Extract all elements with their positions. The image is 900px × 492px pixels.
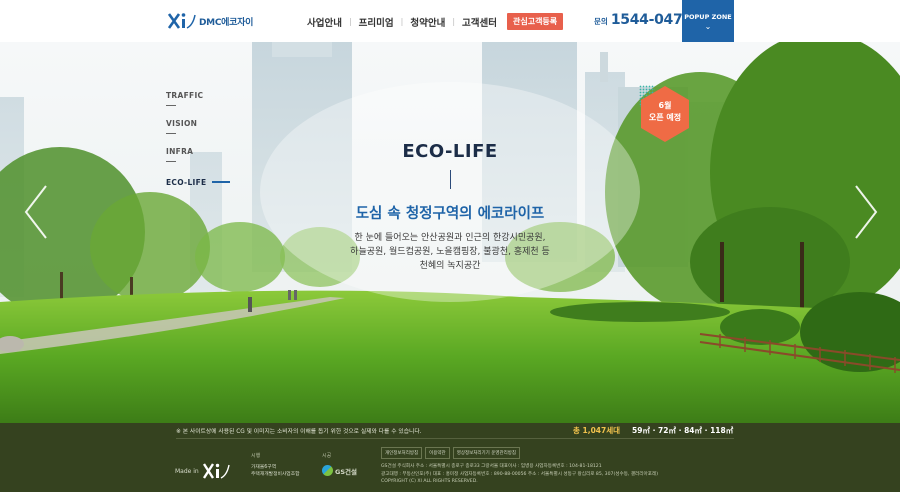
side-nav-divider bbox=[166, 161, 176, 162]
register-interest-button[interactable]: 관심고객등록 bbox=[506, 13, 564, 30]
hero-section: TRAFFIC VISION INFRA ECO-LIFE 6월 오픈 예정 E… bbox=[0, 42, 900, 423]
cctv-policy-button[interactable]: 영상정보처리기기 운영관리방침 bbox=[452, 447, 521, 459]
made-in-label: Made in bbox=[175, 467, 199, 475]
xi-logo-icon bbox=[167, 13, 196, 29]
unit-sizes: 59㎡ · 72㎡ · 84㎡ · 118㎡ bbox=[632, 426, 734, 435]
chevron-right-icon[interactable] bbox=[852, 182, 882, 242]
side-nav-eco-life-label: ECO-LIFE bbox=[166, 177, 207, 187]
builder-name: GS건설 bbox=[335, 467, 357, 476]
company-info: GS건설 주식회사 주소 : 서울특별시 종로구 종로33 그랑서울 대표이사 … bbox=[381, 463, 734, 486]
section-side-nav: TRAFFIC VISION INFRA ECO-LIFE bbox=[166, 91, 231, 189]
xi-footer-logo-icon bbox=[202, 463, 230, 479]
privacy-policy-button[interactable]: 개인정보처리방침 bbox=[381, 447, 423, 459]
main-nav: 사업안내 | 프리미엄 | 청약안내 | 고객센터 관심고객등록 bbox=[307, 13, 564, 30]
developer-line: 가재울6구역 bbox=[251, 465, 277, 470]
chevron-left-icon[interactable] bbox=[20, 182, 50, 242]
developer-label: 시행 bbox=[251, 453, 261, 459]
copyright: COPYRIGHT (C) XI ALL RIGHTS RESERVED. bbox=[381, 479, 478, 484]
opening-badge: 6월 오픈 예정 bbox=[627, 81, 691, 143]
hero-desc-line: 천혜의 녹지공간 bbox=[419, 261, 481, 271]
company-info-line: GS건설 주식회사 주소 : 서울특별시 종로구 종로33 그랑서울 대표이사 … bbox=[381, 464, 602, 469]
builder-label: 시공 bbox=[322, 453, 332, 459]
nav-item-subscription[interactable]: 청약안내 bbox=[410, 15, 445, 29]
hero-title: ECO-LIFE bbox=[402, 141, 498, 162]
side-nav-infra[interactable]: INFRA bbox=[166, 147, 230, 161]
xi-logo[interactable]: DMC에코자이 bbox=[167, 11, 253, 31]
hero-description: 한 눈에 들어오는 안산공원과 인근의 한강시민공원, 하늘공원, 월드컵공원,… bbox=[300, 231, 600, 273]
developer-info: 가재울6구역 주택재개발정비사업조합 bbox=[251, 464, 300, 478]
units-info: 총 1,047세대 59㎡ · 72㎡ · 84㎡ · 118㎡ bbox=[573, 425, 733, 436]
footer-policy-links: 개인정보처리방침 이용약관 영상정보처리기기 운영관리방침 bbox=[381, 447, 523, 459]
made-in-xi: Made in bbox=[175, 462, 232, 480]
badge-status: 오픈 예정 bbox=[648, 113, 682, 122]
hero-divider bbox=[450, 170, 451, 189]
side-nav-divider bbox=[166, 133, 176, 134]
site-footer: ※ 본 사이트상에 사용된 CG 및 이미지는 소비자의 이해를 돕기 위한 것… bbox=[0, 423, 900, 492]
phone-label: 문의 bbox=[594, 17, 608, 26]
nav-item-premium[interactable]: 프리미엄 bbox=[359, 15, 394, 29]
hero-desc-line: 한 눈에 들어오는 안산공원과 인근의 한강시민공원, bbox=[354, 233, 546, 243]
side-nav-divider bbox=[166, 105, 176, 106]
gs-logo: GS건설 bbox=[322, 465, 357, 476]
developer-line: 주택재개발정비사업조합 bbox=[251, 472, 300, 477]
popup-zone-button[interactable]: POPUP ZONE ⌄ bbox=[682, 0, 734, 42]
terms-button[interactable]: 이용약관 bbox=[425, 447, 450, 459]
side-nav-eco-life[interactable]: ECO-LIFE bbox=[166, 175, 231, 189]
active-indicator bbox=[212, 181, 231, 183]
badge-month: 6월 bbox=[658, 101, 672, 110]
side-nav-traffic[interactable]: TRAFFIC bbox=[166, 91, 230, 105]
site-header: DMC에코자이 사업안내 | 프리미엄 | 청약안내 | 고객센터 관심고객등록… bbox=[0, 0, 900, 42]
nav-item-business[interactable]: 사업안내 bbox=[307, 15, 342, 29]
footer-divider bbox=[176, 438, 734, 439]
contact-phone[interactable]: 문의 1544-0470 bbox=[594, 12, 692, 28]
popup-zone-label: POPUP ZONE bbox=[684, 13, 732, 21]
gs-logo-icon bbox=[322, 465, 333, 476]
hero-desc-line: 하늘공원, 월드컵공원, 노을캠핑장, 불광천, 홍제천 등 bbox=[350, 247, 550, 257]
phone-number: 1544-0470 bbox=[610, 12, 692, 28]
logo-text: DMC에코자이 bbox=[199, 17, 254, 28]
chevron-down-icon: ⌄ bbox=[704, 22, 712, 31]
units-count: 총 1,047세대 bbox=[573, 426, 621, 435]
company-info-line: 광고대행 : 부동산인포(주) 대표 : 홍미정 사업자등록번호 : 890-8… bbox=[381, 471, 658, 477]
side-nav-vision[interactable]: VISION bbox=[166, 119, 230, 133]
nav-item-customer-center[interactable]: 고객센터 bbox=[462, 15, 497, 29]
hero-subtitle: 도심 속 청정구역의 에코라이프 bbox=[355, 206, 545, 222]
cg-disclaimer: ※ 본 사이트상에 사용된 CG 및 이미지는 소비자의 이해를 돕기 위한 것… bbox=[176, 429, 422, 435]
